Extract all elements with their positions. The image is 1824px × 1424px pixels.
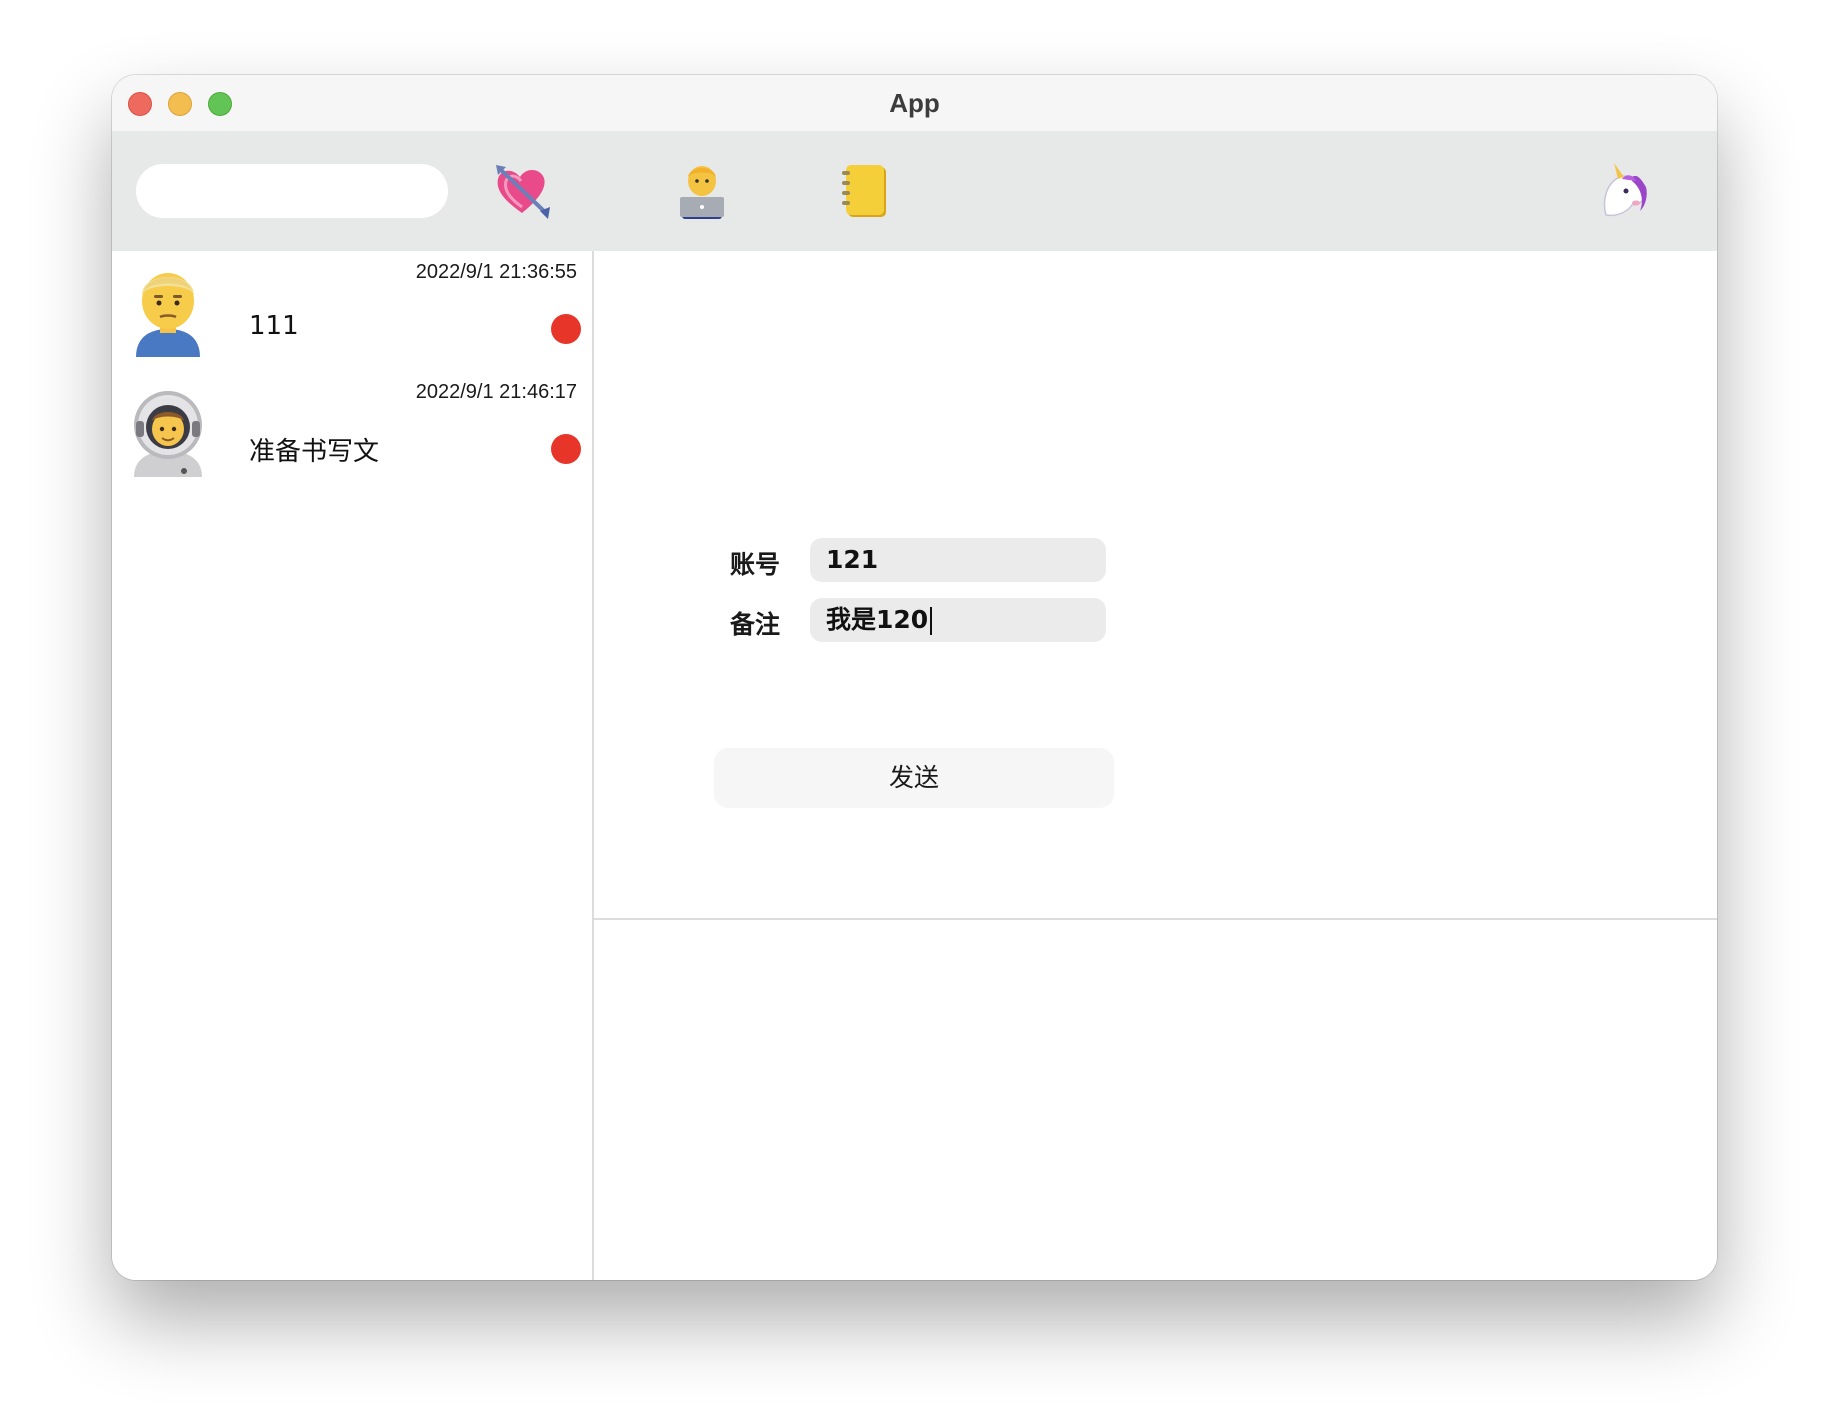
add-friend-panel: 账号 121 备注 我是120 发送 — [594, 251, 1717, 920]
send-button[interactable]: 发送 — [714, 748, 1114, 808]
window-title: App — [889, 88, 940, 118]
toolbar — [112, 131, 1717, 251]
account-field[interactable]: 121 — [810, 538, 1106, 582]
chat-last-message: 111 — [249, 311, 299, 341]
technologist-icon[interactable] — [672, 161, 732, 221]
message-input-area[interactable] — [594, 920, 1717, 1280]
unicorn-icon[interactable] — [1592, 161, 1652, 221]
notebook-icon[interactable] — [834, 161, 894, 221]
text-caret — [930, 607, 933, 635]
unread-indicator — [551, 314, 581, 344]
desktop: App 2022/9/1 21:36:55 111 2022/9/1 21:46… — [0, 0, 1824, 1424]
account-label: 账号 — [730, 550, 781, 579]
heart-with-arrow-icon[interactable] — [492, 161, 552, 221]
chat-timestamp: 2022/9/1 21:46:17 — [415, 381, 577, 403]
title-bar[interactable]: App — [112, 75, 1717, 131]
astronaut-avatar — [132, 385, 204, 477]
chat-last-message: 准备书写文 — [249, 437, 380, 467]
unread-indicator — [551, 434, 581, 464]
note-field[interactable]: 我是120 — [810, 598, 1106, 642]
search-input[interactable] — [136, 164, 448, 218]
minimize-window-button[interactable] — [168, 92, 192, 116]
chat-list: 2022/9/1 21:36:55 111 2022/9/1 21:46:17 … — [112, 251, 594, 1280]
note-label: 备注 — [730, 610, 781, 639]
note-field-value: 我是120 — [826, 605, 929, 634]
chat-timestamp: 2022/9/1 21:36:55 — [415, 261, 577, 283]
man-blond-avatar — [132, 265, 204, 357]
zoom-window-button[interactable] — [208, 92, 232, 116]
close-window-button[interactable] — [128, 92, 152, 116]
chat-list-item[interactable]: 2022/9/1 21:46:17 准备书写文 — [112, 371, 592, 491]
account-field-value: 121 — [826, 545, 879, 574]
app-window: App 2022/9/1 21:36:55 111 2022/9/1 21:46… — [112, 75, 1717, 1280]
chat-list-item[interactable]: 2022/9/1 21:36:55 111 — [112, 251, 592, 371]
